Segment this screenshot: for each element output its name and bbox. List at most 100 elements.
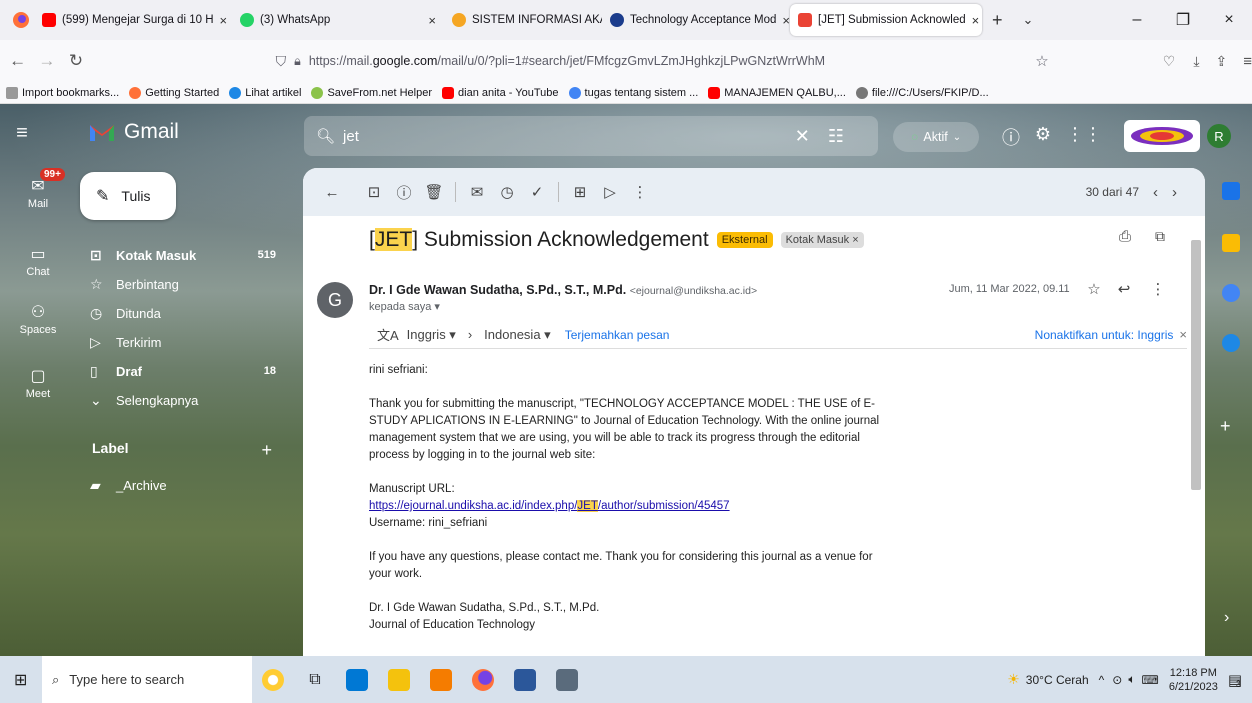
bookmark-item[interactable]: Lihat artikel [229, 86, 301, 99]
label-item-archive[interactable]: ▰ _Archive [90, 470, 276, 500]
disable-translate-link[interactable]: Nonaktifkan untuk: Inggris [1035, 328, 1174, 342]
url-bar[interactable]: ⛉ 🔒︎ https://mail. google.com/mail/u/0/?p… [276, 45, 1069, 77]
browser-tab-active[interactable]: [JET] Submission Acknowled × [790, 4, 982, 36]
cortana-icon[interactable] [255, 662, 291, 698]
clear-search-icon[interactable]: ✕ [795, 126, 828, 146]
mail-app-icon[interactable] [339, 662, 375, 698]
settings-gear-icon[interactable]: ⚙ [1030, 124, 1056, 145]
volume-icon[interactable]: 🔈︎ [1128, 672, 1135, 687]
rail-item-spaces[interactable]: ⚇ Spaces [0, 302, 76, 336]
bookmark-item[interactable]: dian anita - YouTube [442, 86, 559, 99]
bookmark-item[interactable]: MANAJEMEN QALBU,... [708, 86, 846, 99]
windows-start-icon[interactable]: ⊞ [14, 670, 27, 690]
expand-panel-icon[interactable]: › [1224, 609, 1229, 627]
input-indicator-icon[interactable]: ⌨ [1142, 673, 1159, 687]
back-icon[interactable]: ← [6, 51, 29, 71]
browser-tab[interactable]: SISTEM INFORMASI AKADEM × [444, 4, 602, 36]
word-icon[interactable] [507, 662, 543, 698]
nav-item-more[interactable]: ⌄ Selengkapnya [90, 385, 276, 415]
help-icon[interactable]: ⓘ [998, 124, 1024, 150]
clock[interactable]: 12:18 PM 6/21/2023 [1169, 666, 1218, 694]
report-spam-icon[interactable]: ⓘ [389, 182, 419, 203]
tasks-icon[interactable] [1222, 284, 1240, 302]
browser-tab[interactable]: (3) WhatsApp × [232, 4, 444, 36]
sender-name[interactable]: Dr. I Gde Wawan Sudatha, S.Pd., S.T., M.… [369, 283, 626, 297]
minimize-icon[interactable]: – [1114, 11, 1160, 29]
gmail-logo[interactable]: Gmail [88, 120, 179, 144]
bookmark-star-icon[interactable]: ☆ [1035, 52, 1048, 70]
bookmark-item[interactable]: file:///C:/Users/FKIP/D... [855, 86, 989, 99]
new-tab-icon[interactable]: + [982, 10, 1013, 31]
bookmark-item[interactable]: tugas tentang sistem ... [568, 86, 698, 99]
close-icon[interactable]: × [966, 13, 980, 28]
hidden-icons-chevron-icon[interactable]: ^ [1099, 673, 1105, 687]
close-icon[interactable]: × [1179, 327, 1187, 342]
org-logo-badge[interactable] [1124, 120, 1200, 152]
mark-unread-icon[interactable]: ✉ [462, 183, 492, 201]
contacts-icon[interactable] [1222, 334, 1240, 352]
source-language-select[interactable]: Inggris ▾ [407, 327, 456, 343]
tab-list-icon[interactable]: ⌄ [1013, 12, 1044, 28]
browser-tab[interactable]: Technology Acceptance Mod × [602, 4, 790, 36]
more-icon[interactable]: ⋮ [1147, 280, 1169, 298]
calendar-icon[interactable] [1222, 182, 1240, 200]
translate-message-link[interactable]: Terjemahkan pesan [565, 328, 670, 342]
scrollbar-thumb[interactable] [1191, 240, 1201, 490]
firefox-taskbar-icon[interactable] [465, 662, 501, 698]
keep-icon[interactable] [1222, 234, 1240, 252]
account-avatar[interactable]: R [1207, 124, 1231, 148]
firefox-logo-icon[interactable] [8, 7, 34, 33]
nav-item-inbox[interactable]: ⊡ Kotak Masuk 519 [90, 240, 276, 270]
reload-icon[interactable]: ↻ [64, 51, 87, 71]
bookmark-item[interactable]: Import bookmarks... [6, 86, 119, 99]
nav-item-drafts[interactable]: ▯ Draf 18 [90, 356, 276, 386]
nav-item-starred[interactable]: ☆ Berbintang [90, 269, 276, 299]
bookmark-item[interactable]: Getting Started [129, 86, 219, 99]
window-close-icon[interactable]: × [1206, 11, 1252, 29]
prev-email-icon[interactable]: ‹ [1153, 184, 1158, 201]
download-icon[interactable]: ⤓ [1193, 53, 1199, 70]
weather-text[interactable]: 30°C Cerah [1026, 673, 1089, 687]
browser-tab[interactable]: (599) Mengejar Surga di 10 H × [34, 4, 232, 36]
apps-grid-icon[interactable]: ⋮⋮ [1066, 124, 1102, 145]
search-icon[interactable]: 🔍︎ [316, 127, 335, 145]
main-menu-icon[interactable]: ≡ [10, 122, 34, 146]
weather-icon[interactable]: ☀ [1007, 671, 1020, 688]
nav-item-snoozed[interactable]: ◷ Ditunda [90, 298, 276, 328]
status-button[interactable]: ○ Aktif ⌄ [893, 122, 979, 152]
open-new-window-icon[interactable]: ⧉ [1155, 228, 1165, 245]
pocket-icon[interactable]: ♡ [1163, 53, 1176, 70]
label-icon[interactable]: ▷ [595, 183, 625, 201]
archive-icon[interactable]: ⊡ [359, 183, 389, 201]
snipping-tool-icon[interactable] [549, 662, 585, 698]
task-view-icon[interactable]: ⧉ [297, 662, 333, 698]
search-options-icon[interactable]: ☷ [828, 126, 862, 146]
snooze-icon[interactable]: ◷ [492, 183, 522, 201]
manuscript-link[interactable]: https://ejournal.undiksha.ac.id/index.ph… [369, 500, 730, 512]
inbox-label-chip[interactable]: Kotak Masuk × [780, 232, 864, 248]
move-to-icon[interactable]: ⊞ [565, 183, 595, 201]
rail-item-meet[interactable]: ▢ Meet [0, 366, 76, 400]
forward-icon[interactable]: → [35, 51, 58, 71]
search-bar[interactable]: 🔍︎ jet ✕☷ [304, 116, 878, 156]
target-language-select[interactable]: Indonesia ▾ [484, 327, 551, 343]
bookmark-item[interactable]: SaveFrom.net Helper [311, 86, 432, 99]
close-icon[interactable]: × [776, 13, 790, 28]
rail-item-chat[interactable]: ▭ Chat [0, 244, 76, 278]
share-icon[interactable]: ⇪ [1216, 53, 1228, 70]
shield-icon[interactable]: ⛉ [276, 53, 287, 70]
restore-icon[interactable]: ❐ [1160, 10, 1206, 30]
delete-icon[interactable]: 🗑︎ [419, 183, 449, 201]
lock-icon[interactable]: 🔒︎ [294, 54, 301, 69]
add-task-icon[interactable]: ✓ [522, 183, 552, 201]
taskbar-search[interactable]: ⌕ Type here to search [42, 656, 252, 703]
close-icon[interactable]: × [422, 13, 436, 28]
close-icon[interactable]: × [214, 13, 228, 28]
more-options-icon[interactable]: ⋮ [625, 183, 655, 201]
sender-avatar[interactable]: G [317, 282, 353, 318]
compose-button[interactable]: ✎ Tulis [80, 172, 176, 220]
pdf-app-icon[interactable] [423, 662, 459, 698]
reply-icon[interactable]: ↩ [1113, 280, 1135, 298]
star-icon[interactable]: ☆ [1083, 280, 1105, 298]
print-icon[interactable]: ⎙ [1119, 228, 1131, 245]
